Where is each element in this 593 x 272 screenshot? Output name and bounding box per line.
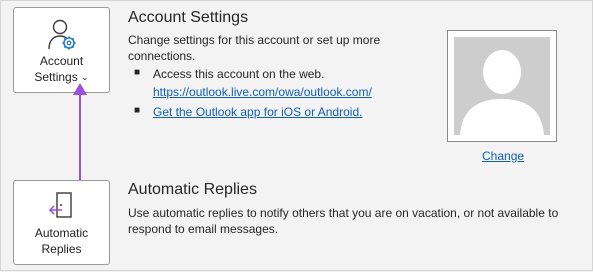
door-arrow-icon: [14, 190, 109, 220]
automatic-replies-title: Automatic Replies: [128, 181, 257, 198]
account-settings-label-text: Settings: [34, 70, 78, 84]
automatic-replies-label-line1: Automatic: [34, 226, 89, 240]
account-settings-description: Change settings for this account or set …: [128, 33, 381, 63]
account-settings-label-line2: Settings ⌄: [14, 69, 109, 86]
account-settings-title: Account Settings: [128, 9, 249, 26]
person-gear-icon: [14, 18, 109, 52]
automatic-replies-label-line2: Replies: [41, 242, 82, 256]
chevron-down-icon: ⌄: [81, 72, 89, 82]
profile-photo: [447, 30, 557, 142]
change-photo-link[interactable]: Change: [482, 148, 524, 164]
person-silhouette-icon: [454, 37, 550, 135]
account-settings-label-line1: Account: [39, 54, 84, 68]
access-web-text: Access this account on the web.: [153, 67, 325, 81]
account-settings-label: Account Settings ⌄: [14, 53, 109, 86]
outlook-web-link[interactable]: https://outlook.live.com/owa/outlook.com…: [153, 84, 372, 100]
outlook-app-link[interactable]: Get the Outlook app for iOS or Android.: [153, 104, 362, 120]
automatic-replies-label: Automatic Replies: [14, 225, 109, 257]
account-settings-button[interactable]: Account Settings ⌄: [13, 7, 110, 93]
account-info-panel: Account Settings ⌄ Automatic Replies Acc…: [0, 0, 593, 271]
bullet-marker: ■: [134, 105, 141, 116]
bullet-marker: ■: [134, 67, 141, 78]
automatic-replies-description: Use automatic replies to notify others t…: [128, 206, 559, 236]
automatic-replies-button[interactable]: Automatic Replies: [13, 180, 110, 265]
